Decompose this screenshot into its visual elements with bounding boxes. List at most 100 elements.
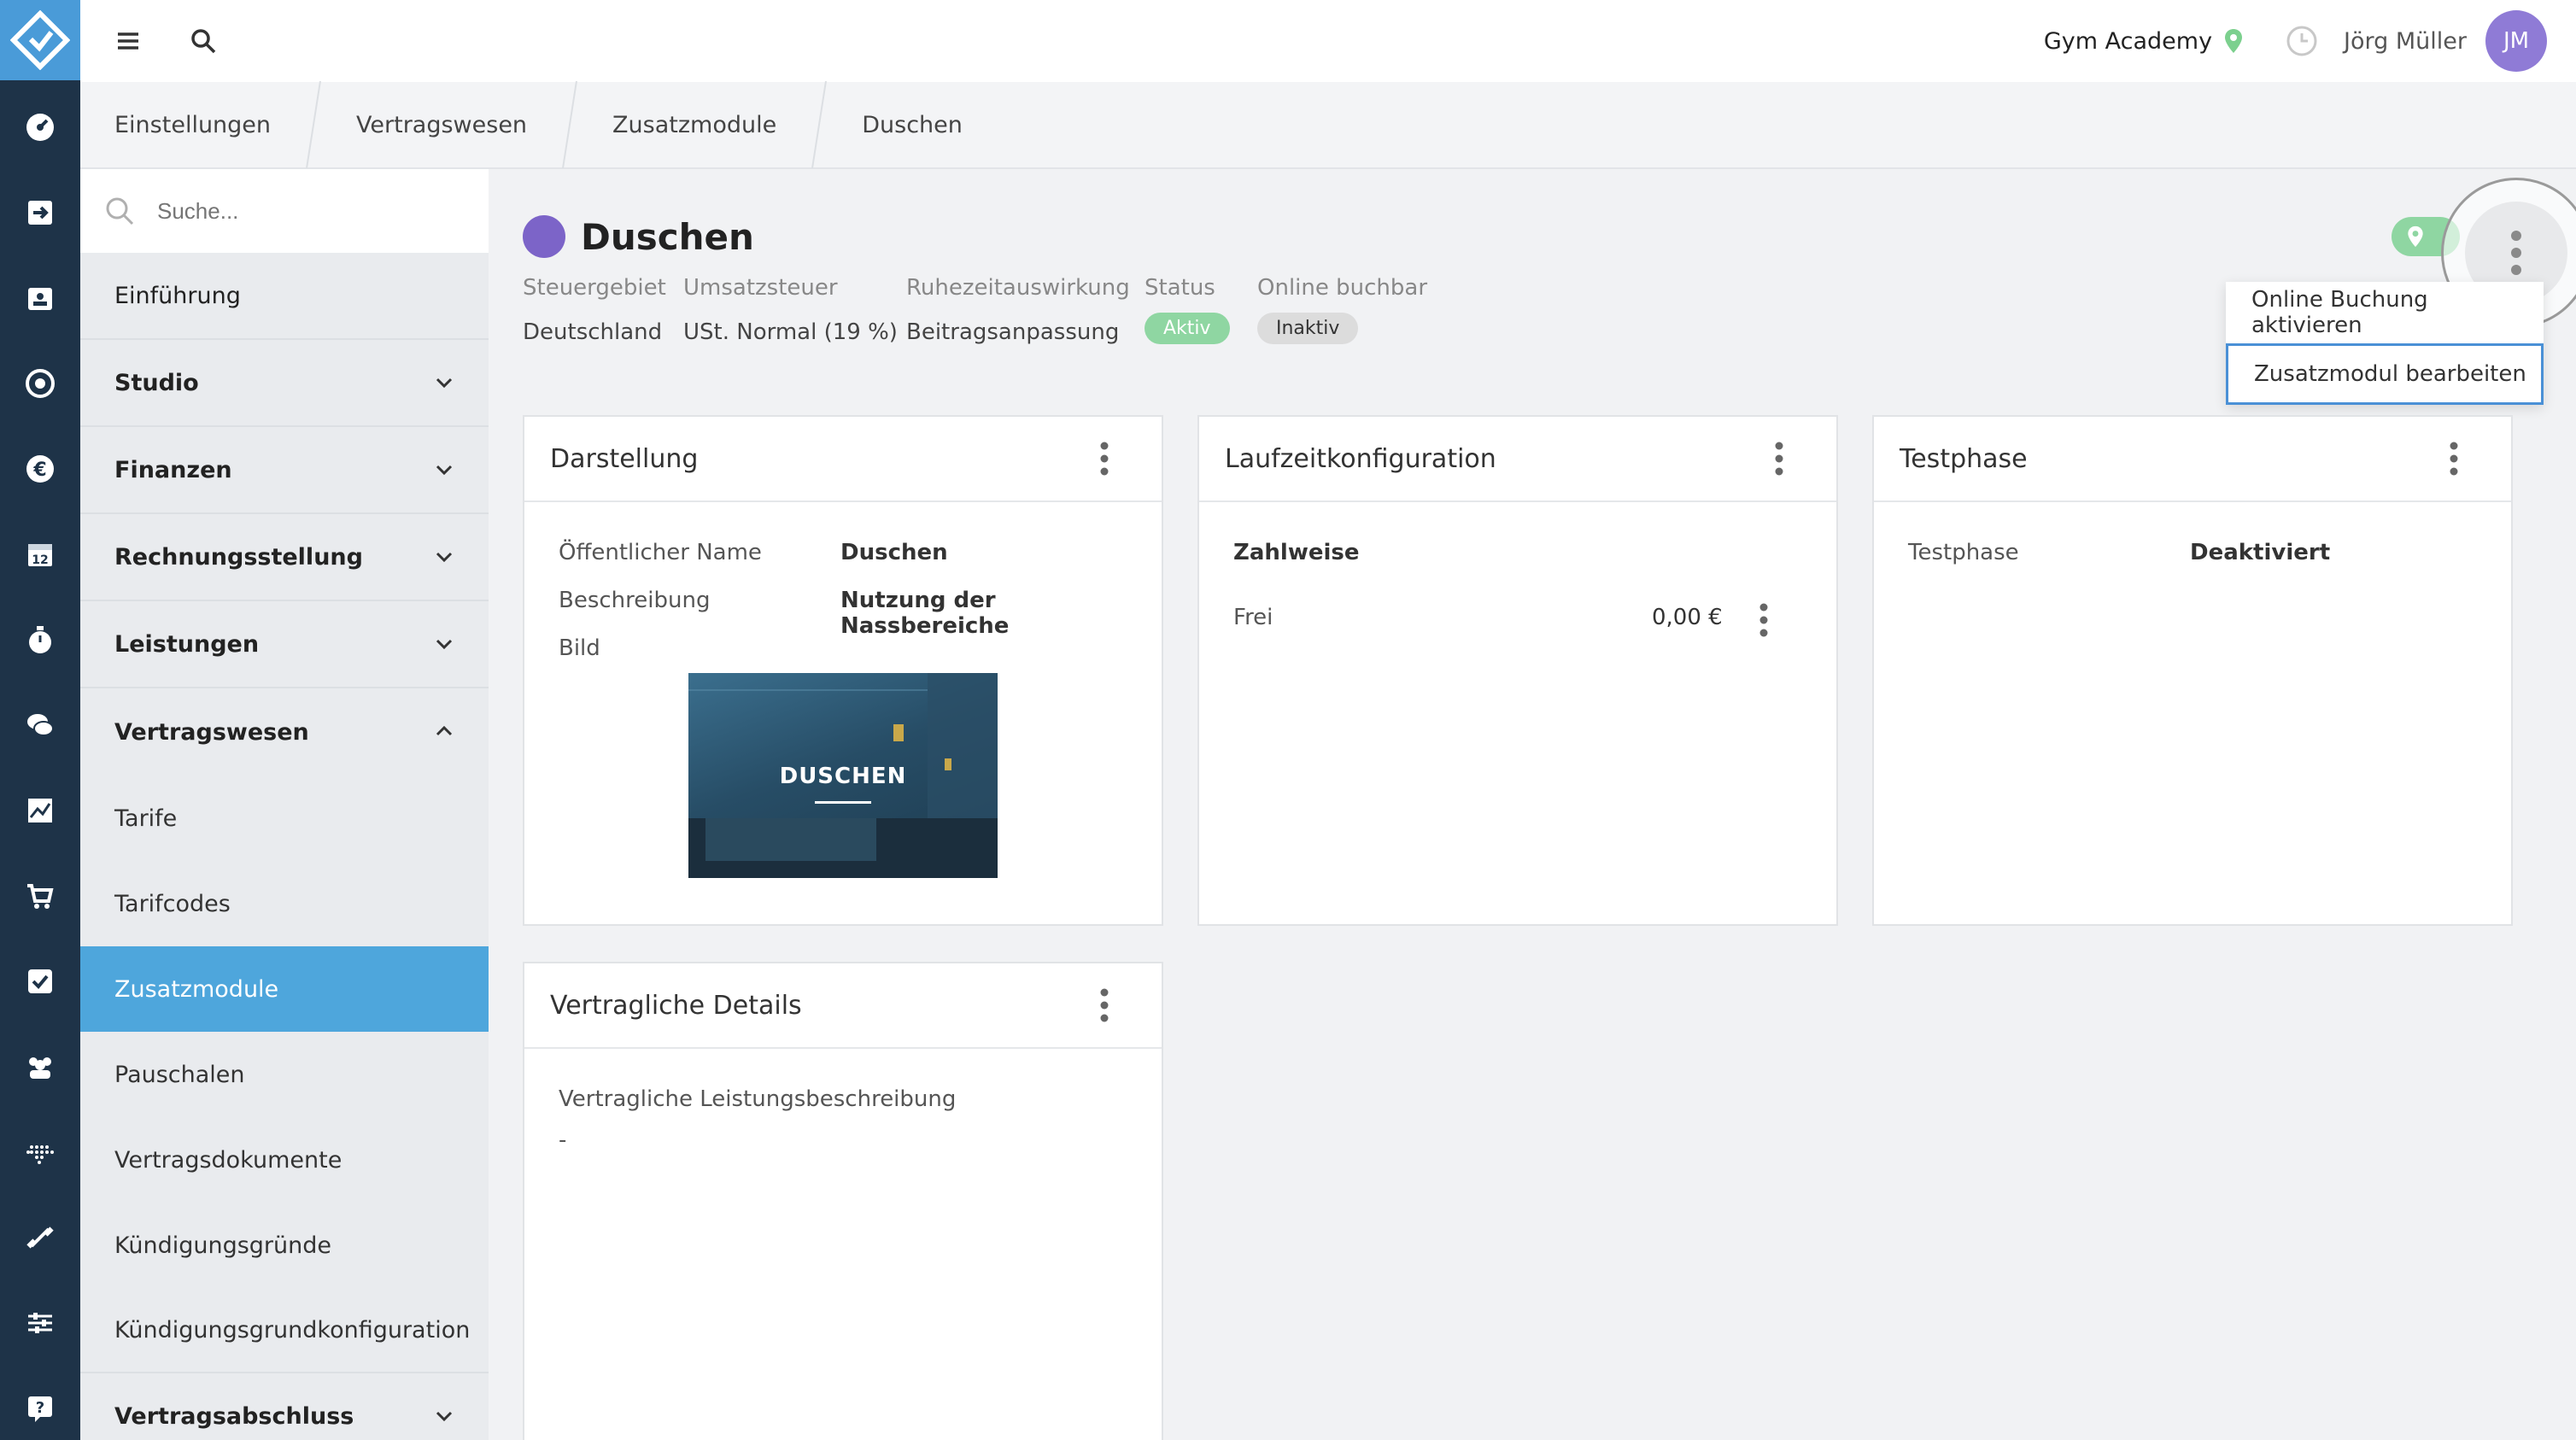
image-caption: DUSCHEN [779, 764, 907, 789]
field-value: - [559, 1127, 567, 1153]
search-icon[interactable] [181, 19, 225, 63]
settings-sidebar: Einführung Studio Finanzen Rechnungsstel… [80, 169, 489, 1440]
sidebar-search [80, 169, 489, 253]
sidebar-item-label: Finanzen [114, 456, 232, 483]
field-leistungsbeschreibung: Vertragliche Leistungsbeschreibung [559, 1086, 956, 1112]
sidebar-subitem-kuendigungsgruende[interactable]: Kündigungsgründe [80, 1203, 489, 1288]
chevron-down-icon [436, 639, 453, 650]
dashboard-icon[interactable] [0, 97, 80, 157]
chart-icon[interactable] [0, 781, 80, 840]
group-icon[interactable] [0, 1037, 80, 1097]
sidebar-item-label: Vertragsabschluss [114, 1402, 354, 1430]
breadcrumb-einstellungen[interactable]: Einstellungen [80, 81, 305, 168]
meta-label: Online buchbar [1257, 275, 1428, 301]
field-value: Duschen [840, 540, 948, 565]
calendar-icon[interactable]: 12 [0, 524, 80, 584]
timer-icon[interactable] [0, 610, 80, 670]
studio-name[interactable]: Gym Academy [2044, 28, 2212, 55]
kebab-icon[interactable] [1758, 603, 1770, 637]
field-value: 0,00 € [1652, 605, 1723, 630]
main-content: Duschen Steuergebiet Deutschland Umsatzs… [489, 169, 2576, 1440]
sidebar-subitem-zusatzmodule[interactable]: Zusatzmodule [80, 946, 489, 1032]
card-darstellung: Darstellung Öffentlicher Name Duschen Be… [523, 415, 1163, 926]
sidebar-item-label: Studio [114, 369, 199, 396]
sidebar-item-label: Kündigungsgründe [114, 1232, 332, 1259]
sidebar-item-rechnungsstellung[interactable]: Rechnungsstellung [80, 514, 489, 601]
sidebar-subitem-kuendigungsgrundkonfiguration[interactable]: Kündigungsgrundkonfiguration [80, 1288, 489, 1373]
svg-text:€: € [32, 460, 46, 481]
icon-rail: € 12 ? [0, 0, 80, 1440]
sidebar-search-input[interactable] [157, 197, 448, 225]
image-caption-underline [815, 801, 871, 804]
help-icon[interactable]: ? [0, 1379, 80, 1438]
card-title: Vertragliche Details [550, 990, 802, 1021]
sidebar-subitem-vertragsdokumente[interactable]: Vertragsdokumente [80, 1117, 489, 1203]
breadcrumb-separator [811, 81, 828, 168]
field-label: Öffentlicher Name [559, 540, 762, 565]
sidebar-item-leistungen[interactable]: Leistungen [80, 601, 489, 688]
breadcrumb-vertragswesen[interactable]: Vertragswesen [322, 81, 561, 168]
meta-umsatzsteuer: Umsatzsteuer USt. Normal (19 %) [683, 275, 898, 345]
breadcrumb-zusatzmodule[interactable]: Zusatzmodule [578, 81, 811, 168]
field-leistungsbeschreibung-value: - [559, 1127, 566, 1153]
sidebar-subitem-tarifcodes[interactable]: Tarifcodes [80, 861, 489, 946]
menu-zusatzmodul-bearbeiten[interactable]: Zusatzmodul bearbeiten [2226, 343, 2544, 405]
sidebar-item-vertragswesen[interactable]: Vertragswesen [80, 688, 489, 776]
sliders-icon[interactable] [0, 1293, 80, 1353]
dumbbell-icon[interactable] [0, 1208, 80, 1267]
sidebar-item-einfuehrung[interactable]: Einführung [80, 253, 489, 340]
field-label: Zahlweise [1233, 540, 1360, 565]
kebab-icon[interactable] [1098, 442, 1110, 476]
sidebar-item-finanzen[interactable]: Finanzen [80, 427, 489, 514]
location-pin-icon [2408, 225, 2423, 248]
euro-icon[interactable]: € [0, 439, 80, 499]
meta-value: USt. Normal (19 %) [683, 319, 898, 345]
card-title: Testphase [1900, 443, 2028, 474]
heartbeat-icon[interactable] [0, 1122, 80, 1182]
breadcrumb-duschen[interactable]: Duschen [828, 81, 997, 168]
meta-label: Steuergebiet [523, 275, 666, 301]
sidebar-item-label: Einführung [114, 282, 241, 309]
menu-online-buchung[interactable]: Online Buchung aktivieren [2226, 282, 2544, 343]
field-image: Bild [559, 635, 600, 661]
sidebar-item-vertragsabschluss[interactable]: Vertragsabschluss [80, 1373, 489, 1440]
meta-value: Deutschland [523, 319, 663, 345]
meta-label: Umsatzsteuer [683, 275, 838, 301]
meta-ruhezeit: Ruhezeitauswirkung Beitragsanpassung [906, 275, 1130, 345]
sidebar-item-label: Vertragsdokumente [114, 1146, 342, 1174]
avatar[interactable]: JM [2485, 10, 2547, 72]
top-bar: Gym Academy Jörg Müller JM [80, 0, 2576, 82]
field-testphase-value: Deaktiviert [2190, 540, 2330, 565]
menu-icon[interactable] [106, 19, 150, 63]
chat-icon[interactable] [0, 695, 80, 755]
sidebar-subitem-pauschalen[interactable]: Pauschalen [80, 1032, 489, 1117]
field-frei-value: 0,00 € [1652, 605, 1723, 630]
sidebar-item-label: Tarifcodes [114, 890, 231, 917]
checkbox-icon[interactable] [0, 951, 80, 1011]
status-badge: Aktiv [1145, 313, 1230, 344]
target-icon[interactable] [0, 354, 80, 413]
sidebar-item-label: Zusatzmodule [114, 975, 279, 1003]
kebab-icon [2511, 231, 2521, 275]
kebab-icon[interactable] [2448, 442, 2460, 476]
contacts-icon[interactable] [0, 268, 80, 328]
checkin-icon[interactable] [0, 183, 80, 243]
kebab-icon[interactable] [1098, 988, 1110, 1022]
search-icon [106, 197, 134, 225]
breadcrumb-separator [306, 81, 322, 168]
kebab-icon[interactable] [1773, 442, 1785, 476]
cart-icon[interactable] [0, 866, 80, 926]
sidebar-item-label: Pauschalen [114, 1061, 245, 1088]
user-name[interactable]: Jörg Müller [2344, 28, 2467, 55]
field-label: Bild [559, 635, 600, 661]
svg-text:12: 12 [32, 553, 48, 567]
meta-online: Online buchbar Inaktiv [1257, 275, 1427, 344]
field-value: Nutzung der Nassbereiche [840, 588, 1010, 639]
app-logo[interactable] [0, 0, 80, 80]
sidebar-subitem-tarife[interactable]: Tarife [80, 776, 489, 861]
page-header: Duschen [523, 215, 754, 258]
clock-icon[interactable] [2286, 25, 2318, 57]
field-label: Vertragliche Leistungsbeschreibung [559, 1086, 957, 1112]
sidebar-item-label: Kündigungsgrundkonfiguration [114, 1316, 471, 1343]
sidebar-item-studio[interactable]: Studio [80, 340, 489, 427]
